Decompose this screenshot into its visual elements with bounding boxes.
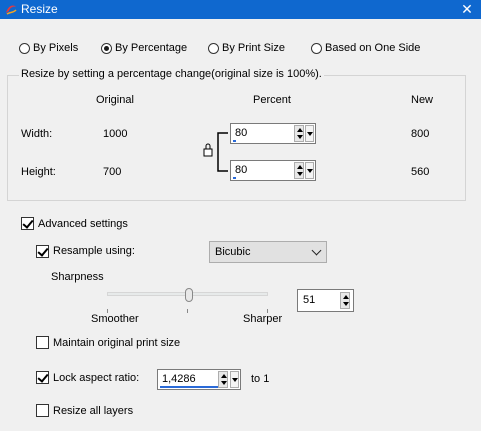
height-original-value: 700	[103, 166, 122, 178]
resample-checkbox[interactable]	[36, 245, 49, 258]
radio-based-on-one-side[interactable]: Based on One Side	[311, 42, 420, 54]
height-percent-value[interactable]: 80	[235, 164, 247, 176]
spin-arrows[interactable]	[340, 292, 350, 309]
spin-arrows[interactable]	[218, 371, 228, 388]
aspect-ratio-spinbox[interactable]: 1,4286	[157, 369, 241, 390]
lock-aspect-label[interactable]: Lock aspect ratio:	[53, 372, 139, 384]
chevron-down-icon[interactable]	[311, 245, 322, 256]
radio-label: By Percentage	[115, 42, 188, 54]
lock-aspect-checkbox[interactable]	[36, 371, 49, 384]
resample-method-select[interactable]: Bicubic	[209, 241, 327, 263]
resize-all-layers-checkbox[interactable]	[36, 404, 49, 417]
radio-circle[interactable]	[19, 42, 30, 54]
resize-all-layers-label[interactable]: Resize all layers	[53, 405, 133, 417]
spin-arrows[interactable]	[294, 125, 304, 142]
resample-label[interactable]: Resample using:	[53, 245, 135, 257]
aspect-ratio-suffix: to 1	[251, 373, 270, 385]
maintain-print-size-checkbox[interactable]	[36, 336, 49, 349]
window-title: Resize	[21, 2, 58, 16]
focus-underline	[160, 386, 218, 388]
sharpness-label: Sharpness	[51, 271, 104, 283]
width-original-value: 1000	[103, 128, 128, 140]
sharpness-slider-thumb[interactable]	[185, 288, 194, 302]
radio-circle[interactable]	[311, 42, 322, 54]
height-percent-spinbox[interactable]: 80	[230, 160, 316, 181]
sharpness-min-label: Smoother	[91, 313, 139, 325]
close-icon[interactable]: ✕	[461, 1, 473, 18]
sharpness-max-label: Sharper	[243, 313, 283, 325]
focus-mark	[233, 177, 236, 179]
height-new-value: 560	[411, 166, 430, 178]
lock-icon	[203, 143, 213, 157]
close-button[interactable]: ✕	[453, 0, 481, 19]
advanced-settings-label[interactable]: Advanced settings	[38, 218, 128, 230]
radio-label: By Pixels	[33, 42, 79, 54]
dropdown-arrow-icon[interactable]	[305, 125, 314, 142]
advanced-settings-checkbox[interactable]	[21, 217, 34, 230]
width-label: Width:	[21, 128, 53, 140]
header-new: New	[411, 94, 434, 106]
radio-circle[interactable]	[208, 42, 219, 54]
app-logo-icon	[6, 5, 17, 15]
aspect-lock-bracket[interactable]	[202, 128, 230, 176]
maintain-print-size-label[interactable]: Maintain original print size	[53, 337, 180, 349]
resample-method-value[interactable]: Bicubic	[215, 246, 250, 258]
width-percent-spinbox[interactable]: 80	[230, 123, 316, 144]
dropdown-arrow-icon[interactable]	[305, 162, 314, 179]
radio-by-percentage[interactable]: By Percentage	[101, 42, 187, 54]
radio-by-print-size[interactable]: By Print Size	[208, 42, 285, 54]
focus-mark	[233, 140, 236, 142]
sharpness-spinbox[interactable]: 51	[297, 289, 354, 312]
title-bar: Resize ✕	[0, 0, 481, 19]
radio-label: By Print Size	[222, 42, 285, 54]
slider-tick	[187, 309, 188, 313]
sharpness-value[interactable]: 51	[303, 294, 315, 306]
radio-by-pixels[interactable]: By Pixels	[19, 42, 78, 54]
radio-circle[interactable]	[101, 42, 112, 54]
width-percent-value[interactable]: 80	[235, 127, 247, 139]
radio-label: Based on One Side	[325, 42, 421, 54]
header-original: Original	[96, 94, 134, 106]
header-percent: Percent	[253, 94, 291, 106]
aspect-ratio-value[interactable]: 1,4286	[162, 373, 196, 385]
dropdown-arrow-icon[interactable]	[230, 371, 239, 388]
group-title: Resize by setting a percentage change(or…	[19, 68, 324, 80]
spin-arrows[interactable]	[294, 162, 304, 179]
width-new-value: 800	[411, 128, 430, 140]
height-label: Height:	[21, 166, 56, 178]
